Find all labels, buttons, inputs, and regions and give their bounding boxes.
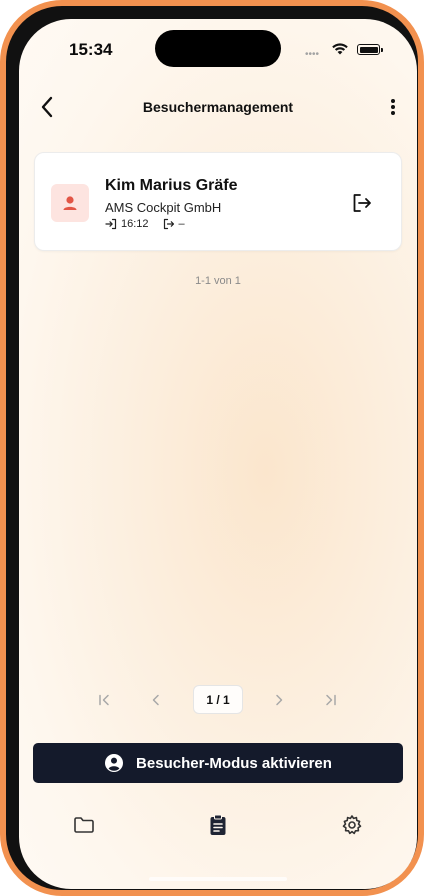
tab-visitors[interactable] [202, 809, 234, 841]
folder-icon [74, 817, 94, 833]
screen: 15:34 •••• Besuchermanagement Kim Marius… [19, 19, 417, 889]
first-page-icon [99, 694, 109, 706]
first-page-button[interactable] [92, 688, 116, 712]
navigation-bar: Besuchermanagement [19, 89, 417, 125]
visitor-avatar [51, 184, 89, 222]
user-circle-icon [105, 754, 124, 772]
next-page-button[interactable] [267, 688, 291, 712]
current-page: 1 / 1 [193, 685, 243, 714]
battery-icon [357, 44, 383, 55]
activate-visitor-mode-button[interactable]: Besucher-Modus aktivieren [33, 743, 403, 783]
last-page-button[interactable] [319, 688, 343, 712]
tab-bar [19, 809, 417, 841]
page-title: Besuchermanagement [142, 99, 294, 115]
login-icon [105, 218, 117, 230]
gear-icon [342, 815, 362, 835]
result-range-label: 1-1 von 1 [195, 275, 241, 287]
last-page-icon [326, 694, 336, 706]
chevron-left-icon [152, 694, 159, 706]
tab-documents[interactable] [68, 809, 100, 841]
more-options-button[interactable] [379, 93, 407, 121]
visitor-card[interactable]: Kim Marius Gräfe AMS Cockpit GmbH 16:12 … [34, 152, 402, 251]
device-frame: 15:34 •••• Besuchermanagement Kim Marius… [0, 0, 424, 896]
status-time: 15:34 [69, 40, 113, 59]
status-bar: 15:34 •••• [19, 19, 417, 79]
tab-settings[interactable] [336, 809, 368, 841]
checkin-time: 16:12 [105, 218, 149, 230]
checkin-time-value: 16:12 [121, 218, 149, 230]
clipboard-icon [210, 814, 226, 835]
activate-visitor-mode-label: Besucher-Modus aktivieren [136, 754, 332, 772]
logout-icon [353, 194, 371, 212]
signal-icon: •••• [305, 49, 320, 60]
visitor-name: Kim Marius Gräfe [105, 177, 238, 194]
visitor-times: 16:12 – [105, 218, 199, 230]
home-indicator [149, 877, 287, 881]
visitor-company: AMS Cockpit GmbH [105, 200, 222, 215]
logout-small-icon [163, 218, 174, 230]
checkout-visitor-button[interactable] [349, 190, 375, 216]
dynamic-island [155, 30, 281, 67]
more-vertical-icon [391, 99, 395, 115]
checkout-time: – [163, 218, 185, 230]
pagination: 1 / 1 [19, 685, 417, 715]
checkout-time-value: – [178, 218, 185, 230]
chevron-right-icon [276, 694, 283, 706]
person-icon [63, 196, 77, 210]
previous-page-button[interactable] [144, 688, 168, 712]
wifi-icon [331, 42, 349, 61]
